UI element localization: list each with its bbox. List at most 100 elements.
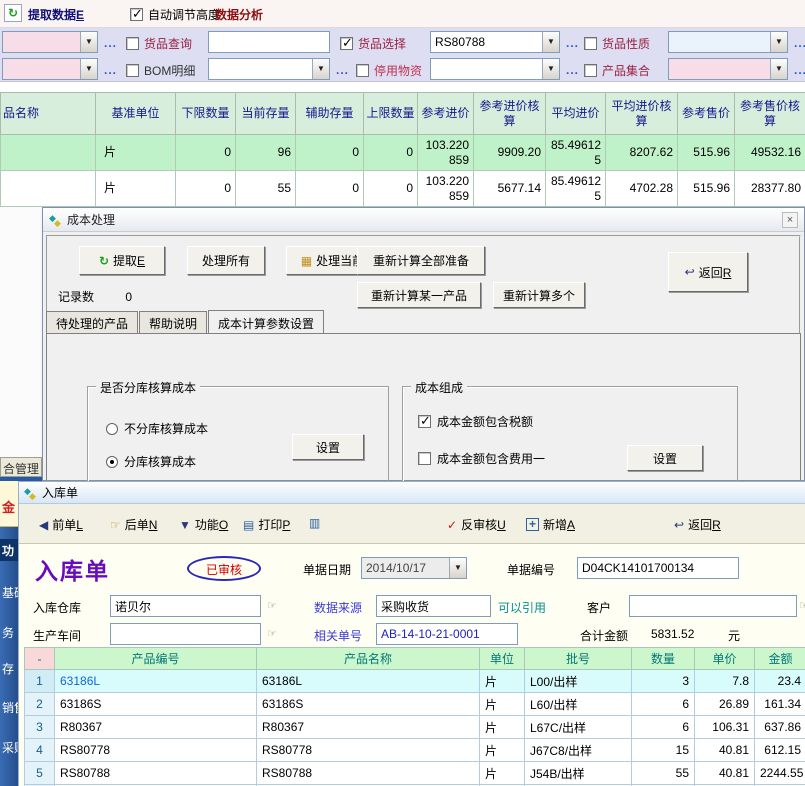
dropdown-icon[interactable]: ▼ — [312, 59, 329, 79]
source-input[interactable] — [376, 595, 491, 617]
background-tab[interactable]: 合管理 — [0, 457, 42, 477]
product-code[interactable]: R80367 — [55, 716, 257, 739]
amount[interactable]: 161.34 — [755, 693, 805, 716]
unit-price[interactable]: 106.31 — [695, 716, 755, 739]
product-set-checkbox-box[interactable] — [584, 64, 597, 77]
stock-col-saleprice-calc[interactable]: 参考售价核算 — [735, 93, 805, 135]
recalc-one-button[interactable]: 重新计算某一产品 — [357, 282, 481, 308]
recalc-all-button[interactable]: 重新计算全部准备 — [357, 246, 485, 275]
goods-select-checkbox[interactable]: 货品选择 — [340, 35, 406, 52]
quantity[interactable]: 55 — [632, 762, 695, 785]
prev-doc-button[interactable]: ◀ 前单L — [39, 516, 83, 533]
unit-price[interactable]: 26.89 — [695, 693, 755, 716]
extract-data-button[interactable]: 提取数据E — [28, 6, 84, 23]
goods-query-checkbox-box[interactable] — [126, 37, 139, 50]
dropdown-icon[interactable]: ▼ — [542, 59, 559, 79]
grid-col-price[interactable]: 单价 — [695, 648, 755, 670]
data-analysis-button[interactable]: 数据分析 — [215, 6, 263, 23]
grid-row-2[interactable]: 2 63186S 63186S 片 L60/出样 6 26.89 161.34 — [25, 693, 805, 716]
product-set-checkbox[interactable]: 产品集合 — [584, 62, 650, 79]
stock-col-refprice[interactable]: 参考进价 — [418, 93, 474, 135]
stopped-goods-combo[interactable]: ▼ — [430, 58, 560, 80]
customer-input[interactable] — [629, 595, 797, 617]
include-fee-checkbox-box[interactable] — [418, 452, 431, 465]
more-button[interactable]: ... — [794, 36, 805, 50]
dropdown-icon[interactable]: ▼ — [80, 59, 97, 79]
unit-price[interactable]: 7.8 — [695, 670, 755, 693]
goods-nature-checkbox-box[interactable] — [584, 37, 597, 50]
no-split-radio[interactable]: 不分库核算成本 — [106, 420, 208, 437]
grid-col-unit[interactable]: 单位 — [480, 648, 525, 670]
printer-icon[interactable]: ▥ — [309, 516, 320, 530]
batch[interactable]: J54B/出样 — [525, 762, 632, 785]
unit-price[interactable]: 40.81 — [695, 762, 755, 785]
composition-settings-button[interactable]: 设置 — [627, 445, 703, 471]
unit-price[interactable]: 40.81 — [695, 739, 755, 762]
grid-row-1[interactable]: 1 63186L 63186L 片 L00/出样 3 7.8 23.4 — [25, 670, 805, 693]
nav-item-partial[interactable]: 务 — [0, 624, 18, 641]
receipt-titlebar[interactable]: ◆ ◆ 入库单 — [19, 482, 805, 504]
process-all-button[interactable]: 处理所有 — [187, 246, 265, 275]
amount[interactable]: 612.15 — [755, 739, 805, 762]
goods-select-combo[interactable]: RS80788 ▼ — [430, 31, 560, 53]
more-button[interactable]: ... — [336, 63, 349, 77]
batch[interactable]: L60/出样 — [525, 693, 632, 716]
grid-col-amount[interactable]: 金额 — [755, 648, 805, 670]
amount[interactable]: 23.4 — [755, 670, 805, 693]
goods-nature-combo[interactable]: ▼ — [668, 31, 788, 53]
unit[interactable]: 片 — [480, 762, 525, 785]
product-code[interactable]: RS80778 — [55, 739, 257, 762]
product-code[interactable]: RS80788 — [55, 762, 257, 785]
dropdown-icon[interactable]: ▼ — [770, 59, 787, 79]
quantity[interactable]: 3 — [632, 670, 695, 693]
nav-item-partial[interactable]: 金 — [2, 497, 15, 516]
grid-col-index[interactable]: - — [25, 648, 55, 670]
nav-item-partial[interactable]: 采购 — [0, 739, 18, 756]
batch[interactable]: L67C/出样 — [525, 716, 632, 739]
stock-col-saleprice[interactable]: 参考售价 — [678, 93, 735, 135]
more-button[interactable]: ... — [566, 63, 579, 77]
more-button[interactable]: ... — [104, 36, 117, 50]
stock-col-name[interactable]: 品名称 — [1, 93, 96, 135]
grid-col-batch[interactable]: 批号 — [525, 648, 632, 670]
product-name[interactable]: RS80788 — [257, 762, 480, 785]
nav-item-partial[interactable]: 基础 — [0, 584, 18, 601]
print-button[interactable]: ▤ 打印P — [243, 516, 290, 533]
can-reference-link[interactable]: 可以引用 — [498, 599, 546, 616]
cost-dialog-titlebar[interactable]: ◆ ◆ 成本处理 × — [43, 208, 804, 232]
auto-height-checkbox[interactable]: 自动调节高度 — [130, 6, 220, 23]
dropdown-icon[interactable]: ▼ — [80, 32, 97, 52]
product-set-combo[interactable]: ▼ — [668, 58, 788, 80]
product-code[interactable]: 63186L — [55, 670, 257, 693]
grid-row-3[interactable]: 3 R80367 R80367 片 L67C/出样 6 106.31 637.8… — [25, 716, 805, 739]
include-tax-checkbox-box[interactable] — [418, 415, 431, 428]
stock-col-min[interactable]: 下限数量 — [176, 93, 236, 135]
return-button[interactable]: ↩ 返回R — [668, 252, 748, 292]
stopped-goods-checkbox-box[interactable] — [356, 64, 369, 77]
split-settings-button[interactable]: 设置 — [292, 434, 364, 460]
dropdown-icon[interactable]: ▼ — [770, 32, 787, 52]
goods-query-input[interactable] — [208, 31, 330, 53]
stock-col-refprice-calc[interactable]: 参考进价核算 — [474, 93, 546, 135]
product-name[interactable]: R80367 — [257, 716, 480, 739]
nav-item-partial[interactable]: 存 — [0, 660, 18, 677]
product-code[interactable]: 63186S — [55, 693, 257, 716]
filter-combo-2[interactable]: ▼ — [2, 58, 98, 80]
stock-row-2[interactable]: 片 0 55 0 0 103.220859 5677.14 85.496125 … — [1, 171, 805, 207]
stock-col-aux[interactable]: 辅助存量 — [296, 93, 364, 135]
unit[interactable]: 片 — [480, 739, 525, 762]
unit[interactable]: 片 — [480, 716, 525, 739]
stock-col-max[interactable]: 上限数量 — [364, 93, 418, 135]
grid-row-4[interactable]: 4 RS80778 RS80778 片 J67C8/出样 15 40.81 61… — [25, 739, 805, 762]
more-button[interactable]: ... — [794, 63, 805, 77]
goods-nature-checkbox[interactable]: 货品性质 — [584, 35, 650, 52]
bom-combo[interactable]: ▼ — [208, 58, 330, 80]
product-name[interactable]: RS80778 — [257, 739, 480, 762]
goods-query-checkbox[interactable]: 货品查询 — [126, 35, 192, 52]
auto-height-checkbox-box[interactable] — [130, 8, 143, 21]
lookup-icon[interactable]: ☞ — [799, 599, 805, 612]
unit[interactable]: 片 — [480, 670, 525, 693]
more-button[interactable]: ... — [566, 36, 579, 50]
goods-select-checkbox-box[interactable] — [340, 37, 353, 50]
amount[interactable]: 2244.55 — [755, 762, 805, 785]
